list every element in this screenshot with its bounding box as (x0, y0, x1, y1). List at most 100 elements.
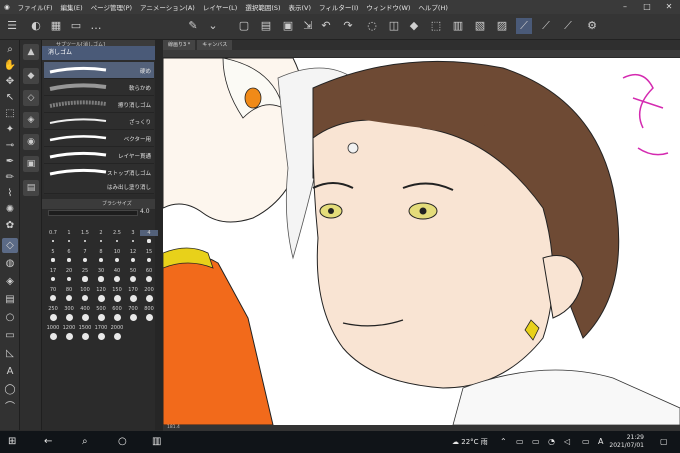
menu-window[interactable]: ウィンドウ(W) (362, 2, 414, 12)
eyedropper-icon[interactable]: ⊸ (2, 138, 18, 153)
brush-item-hard[interactable]: 硬め (44, 62, 154, 79)
ellipsis-icon[interactable]: … (88, 18, 104, 34)
brush-size-option[interactable]: 60 (140, 268, 158, 274)
volume-icon[interactable]: ◁ (564, 435, 570, 449)
move-icon[interactable]: ✥ (2, 74, 18, 89)
chevron-up-icon[interactable]: ⌃ (500, 435, 507, 449)
pencil-icon[interactable]: ✏ (2, 170, 18, 185)
network-icon[interactable]: ▭ (516, 435, 524, 449)
hand-icon[interactable]: ✋ (2, 58, 18, 73)
zoom-icon[interactable]: ⌕ (2, 42, 18, 57)
brush-size-option[interactable]: 2000 (108, 325, 126, 331)
subtool-group-icon[interactable]: ◆ (23, 68, 39, 84)
subtool-group-icon[interactable]: ◇ (23, 90, 39, 106)
subtool-group-icon[interactable]: ▤ (23, 180, 39, 196)
operation-icon[interactable]: ↖ (2, 90, 18, 105)
search-icon[interactable]: ⌕ (82, 435, 88, 449)
menu-edit[interactable]: 編集(E) (56, 2, 86, 12)
menu-view[interactable]: 表示(V) (285, 2, 316, 12)
menu-layer[interactable]: レイヤー(L) (199, 2, 242, 12)
settings-icon[interactable]: ⚙ (584, 18, 600, 34)
transform-icon[interactable]: ⬚ (428, 18, 444, 34)
menu-help[interactable]: ヘルプ(H) (414, 2, 451, 12)
text-icon[interactable]: A (2, 364, 18, 379)
menu-page[interactable]: ページ管理(P) (87, 2, 136, 12)
ruler-icon[interactable]: ▧ (472, 18, 488, 34)
menu-selection[interactable]: 選択範囲(S) (241, 2, 284, 12)
curve-icon[interactable]: ⟋ (538, 18, 554, 34)
subtool-group-icon[interactable]: ▣ (23, 156, 39, 172)
window-icon[interactable]: ▭ (68, 18, 84, 34)
frame-border-icon[interactable]: ▭ (2, 328, 18, 343)
cortana-icon[interactable]: ○ (118, 435, 127, 449)
select-icon[interactable]: ⬚ (2, 106, 18, 121)
weather-widget[interactable]: ☁ 22°C 雨 (452, 437, 488, 447)
blend-icon[interactable]: ◍ (2, 256, 18, 271)
tab-canvas[interactable]: キャンバス (197, 40, 233, 50)
subtool-group-icon[interactable]: ▲ (23, 44, 39, 60)
airbrush-icon[interactable]: ✺ (2, 202, 18, 217)
paint-icon[interactable]: ✎ (185, 18, 201, 34)
brush-icon[interactable]: ⌇ (2, 186, 18, 201)
brush-item-rub[interactable]: 擦り消しゴム (44, 96, 154, 113)
notification-icon[interactable]: ▢ (660, 435, 668, 449)
undo-icon[interactable]: ↶ (318, 18, 334, 34)
menu-filter[interactable]: フィルター(I) (315, 2, 362, 12)
brush-size-option[interactable]: 800 (140, 306, 158, 312)
balloon-icon[interactable]: ◯ (2, 382, 18, 397)
battery-icon[interactable]: ▭ (532, 435, 540, 449)
task-view-icon[interactable]: ▥ (152, 435, 161, 449)
new-file-icon[interactable]: ▢ (236, 18, 252, 34)
keyboard-icon[interactable]: ▭ (582, 435, 590, 449)
menu-icon[interactable]: ☰ (4, 18, 20, 34)
tab-document[interactable]: 線画り3 * (163, 40, 196, 50)
menu-file[interactable]: ファイル(F) (14, 2, 57, 12)
drawing-canvas[interactable] (163, 58, 680, 425)
brush-item-layer[interactable]: レイヤー貫通 (44, 147, 154, 164)
ime-icon[interactable]: A (598, 435, 603, 449)
save-icon[interactable]: ▣ (280, 18, 296, 34)
decoration-icon[interactable]: ✿ (2, 218, 18, 233)
brush-item-overflow[interactable]: はみ出し塗り消し (44, 180, 154, 194)
correct-line-icon[interactable]: ⌒ (2, 400, 18, 415)
brush-size-option[interactable]: 4 (140, 230, 158, 236)
brush-item-rough[interactable]: ざっくり (44, 113, 154, 130)
pen-curve-icon[interactable]: ⟋ (560, 18, 576, 34)
close-icon[interactable]: ✕ (658, 0, 680, 14)
windows-start-icon[interactable]: ⊞ (8, 435, 16, 449)
stabilizer-icon[interactable]: ⟋ (516, 18, 532, 34)
subtool-group-icon[interactable]: ◉ (23, 134, 39, 150)
maximize-icon[interactable]: □ (636, 0, 658, 14)
open-folder-icon[interactable]: ▤ (258, 18, 274, 34)
brush-size-option[interactable]: 200 (140, 287, 158, 293)
brush-item-stop[interactable]: ストップ消しゴム (44, 164, 154, 181)
subtool-group-icon[interactable]: ◈ (23, 112, 39, 128)
ruler-tool-icon[interactable]: ◺ (2, 346, 18, 361)
app-icon[interactable]: ◉ (0, 3, 14, 11)
clock[interactable]: 21:29 2021/07/01 (609, 434, 644, 450)
magic-wand-icon[interactable]: ✦ (2, 122, 18, 137)
clear-icon[interactable]: ◫ (386, 18, 402, 34)
layer-icon[interactable]: ▦ (48, 18, 64, 34)
fill-icon[interactable]: ◆ (406, 18, 422, 34)
redo-icon[interactable]: ↷ (340, 18, 356, 34)
shape-icon[interactable]: ○ (2, 310, 18, 325)
brush-size-slider[interactable] (48, 210, 138, 216)
menu-animation[interactable]: アニメーション(A) (136, 2, 199, 12)
wifi-icon[interactable]: ◔ (548, 435, 555, 449)
grid-icon[interactable]: ▥ (450, 18, 466, 34)
subtool-selected-label[interactable]: 消しゴム (42, 46, 155, 60)
eraser-icon[interactable]: ◇ (2, 238, 18, 253)
minimize-icon[interactable]: – (614, 0, 636, 14)
fill-bucket-icon[interactable]: ◈ (2, 274, 18, 289)
export-icon[interactable]: ⇲ (300, 18, 316, 34)
back-icon[interactable]: ← (44, 435, 52, 449)
clip-studio-icon[interactable]: ◐ (28, 18, 44, 34)
brush-size-option[interactable]: 15 (140, 249, 158, 255)
chevron-down-icon[interactable]: ⌄ (205, 18, 221, 34)
gradient-icon[interactable]: ▤ (2, 292, 18, 307)
frame-icon[interactable]: ▨ (494, 18, 510, 34)
lasso-icon[interactable]: ◌ (364, 18, 380, 34)
pen-icon[interactable]: ✒ (2, 154, 18, 169)
brush-item-soft[interactable]: 軟らかめ (44, 79, 154, 96)
